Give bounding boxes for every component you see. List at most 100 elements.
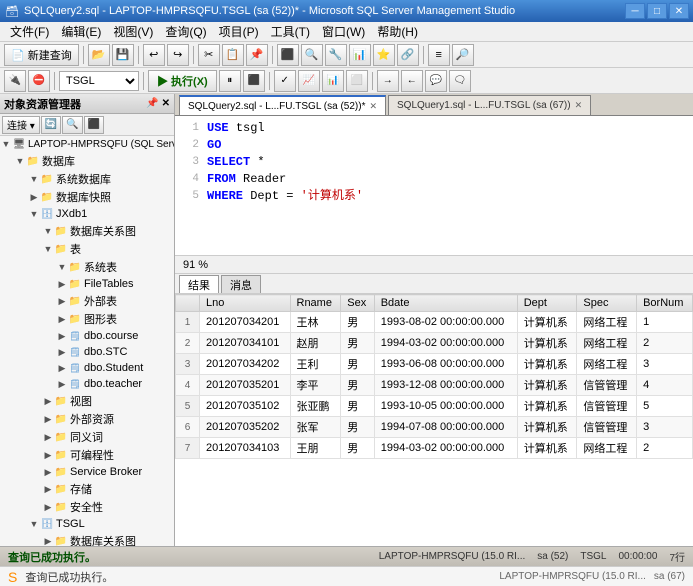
tree-storage[interactable]: ▶ 📁 存储: [0, 480, 174, 498]
tab2-close[interactable]: ✕: [369, 101, 377, 112]
expand-ext-res[interactable]: ▶: [42, 413, 54, 425]
expand-dbo-stc[interactable]: ▶: [56, 346, 68, 358]
btn8[interactable]: 🔎: [452, 44, 474, 66]
tree-synonyms[interactable]: ▶ 📁 同义词: [0, 428, 174, 446]
sql-editor[interactable]: 1 USE tsgl 2 GO 3 SELECT * 4 FROM Reader…: [175, 116, 693, 256]
database-selector[interactable]: TSGL: [59, 71, 139, 91]
btn1[interactable]: ⬛: [277, 44, 299, 66]
filter-button[interactable]: 🔍: [62, 116, 82, 134]
expand-prog[interactable]: ▶: [42, 449, 54, 461]
expand-views[interactable]: ▶: [42, 395, 54, 407]
tree-dbo-stc[interactable]: ▶ 🗒 dbo.STC: [0, 344, 174, 360]
debug-button[interactable]: ⏸: [219, 70, 241, 92]
menu-file[interactable]: 文件(F): [4, 21, 55, 42]
tree-databases-folder[interactable]: ▼ 📁 数据库: [0, 152, 174, 170]
tree-jxdb1-diagrams[interactable]: ▼ 📁 数据库关系图: [0, 222, 174, 240]
tab1-close[interactable]: ✕: [575, 100, 583, 111]
menu-edit[interactable]: 编辑(E): [55, 21, 107, 42]
expand-synonyms[interactable]: ▶: [42, 431, 54, 443]
tree-file-tables[interactable]: ▶ 📁 FileTables: [0, 276, 174, 292]
uncomment-button[interactable]: 🗨: [449, 70, 471, 92]
btn4[interactable]: 📊: [349, 44, 371, 66]
tree-service-broker[interactable]: ▶ 📁 Service Broker: [0, 464, 174, 480]
btn2[interactable]: 🔍: [301, 44, 323, 66]
minimize-button[interactable]: ─: [625, 3, 645, 19]
table-row[interactable]: 6201207035202张军男1994-07-08 00:00:00.000计…: [176, 417, 693, 438]
expand-tsgl[interactable]: ▼: [28, 518, 40, 530]
tree-tsgl-diagrams[interactable]: ▶ 📁 数据库关系图: [0, 532, 174, 546]
expand-server[interactable]: ▼: [0, 138, 12, 150]
execute-button[interactable]: ▶ 执行(X): [148, 70, 217, 92]
expand-dbo-student[interactable]: ▶: [56, 362, 68, 374]
btn7[interactable]: ≡: [428, 44, 450, 66]
table-row[interactable]: 2201207034101赵朋男1994-03-02 00:00:00.000计…: [176, 333, 693, 354]
expand-tsgl-diag[interactable]: ▶: [42, 535, 54, 546]
menu-window[interactable]: 窗口(W): [316, 21, 371, 42]
expand-broker[interactable]: ▶: [42, 466, 54, 478]
parse-button[interactable]: ✓: [274, 70, 296, 92]
menu-tools[interactable]: 工具(T): [265, 21, 316, 42]
tree-tsgl[interactable]: ▼ 🗄 TSGL: [0, 516, 174, 532]
disconnect-button[interactable]: ⛔: [28, 70, 50, 92]
expand-file-tables[interactable]: ▶: [56, 278, 68, 290]
tree-db-snapshots[interactable]: ▶ 📁 数据库快照: [0, 188, 174, 206]
comment-button[interactable]: 💬: [425, 70, 447, 92]
table-row[interactable]: 5201207035102张亚鹏男1993-10-05 00:00:00.000…: [176, 396, 693, 417]
outdent-button[interactable]: ←: [401, 70, 423, 92]
menu-help[interactable]: 帮助(H): [371, 21, 424, 42]
expand-ext-tables[interactable]: ▶: [56, 295, 68, 307]
clientstats-button[interactable]: 📊: [322, 70, 344, 92]
refresh-button[interactable]: 🔄: [41, 116, 61, 134]
maximize-button[interactable]: □: [647, 3, 667, 19]
tree-external-res[interactable]: ▶ 📁 外部资源: [0, 410, 174, 428]
result-tab-messages[interactable]: 消息: [221, 275, 261, 293]
indent-button[interactable]: →: [377, 70, 399, 92]
save-button[interactable]: 💾: [112, 44, 134, 66]
tree-dbo-teacher[interactable]: ▶ 🗒 dbo.teacher: [0, 376, 174, 392]
close-button[interactable]: ✕: [669, 3, 689, 19]
results-grid[interactable]: Lno Rname Sex Bdate Dept Spec BorNum 120…: [175, 294, 693, 546]
expand-jxdb1-diag[interactable]: ▼: [42, 225, 54, 237]
tree-server[interactable]: ▼ 🖥 LAPTOP-HMPRSQFU (SQL Server ...: [0, 136, 174, 152]
tab-query2[interactable]: SQLQuery2.sql - L...FU.TSGL (sa (52))* ✕: [179, 95, 386, 115]
tree-dbo-student[interactable]: ▶ 🗒 dbo.Student: [0, 360, 174, 376]
menu-query[interactable]: 查询(Q): [159, 21, 212, 42]
expand-graph-tables[interactable]: ▶: [56, 313, 68, 325]
tree-system-dbs[interactable]: ▼ 📁 系统数据库: [0, 170, 174, 188]
tree-security[interactable]: ▶ 📁 安全性: [0, 498, 174, 516]
undo-button[interactable]: ↩: [143, 44, 165, 66]
connect-button[interactable]: 🔌: [4, 70, 26, 92]
tree-sys-tables[interactable]: ▼ 📁 系统表: [0, 258, 174, 276]
table-row[interactable]: 4201207035201李平男1993-12-08 00:00:00.000计…: [176, 375, 693, 396]
tree-views[interactable]: ▶ 📁 视图: [0, 392, 174, 410]
table-row[interactable]: 3201207034202王利男1993-06-08 00:00:00.000计…: [176, 354, 693, 375]
redo-button[interactable]: ↪: [167, 44, 189, 66]
btn6[interactable]: 🔗: [397, 44, 419, 66]
tree-graph-tables[interactable]: ▶ 📁 图形表: [0, 310, 174, 328]
expand-databases[interactable]: ▼: [14, 155, 26, 167]
tree-jxdb1-tables[interactable]: ▼ 📁 表: [0, 240, 174, 258]
copy-button[interactable]: 📋: [222, 44, 244, 66]
stop-button[interactable]: ⬛: [84, 116, 104, 134]
results-button[interactable]: ⬜: [346, 70, 368, 92]
tab-query1[interactable]: SQLQuery1.sql - L...FU.TSGL (sa (67)) ✕: [388, 95, 591, 115]
expand-jxdb1-tables[interactable]: ▼: [42, 243, 54, 255]
table-row[interactable]: 1201207034201王林男1993-08-02 00:00:00.000计…: [176, 312, 693, 333]
tree-programmability[interactable]: ▶ 📁 可编程性: [0, 446, 174, 464]
paste-button[interactable]: 📌: [246, 44, 268, 66]
new-query-button[interactable]: 📄 新建查询: [4, 44, 79, 66]
menu-view[interactable]: 视图(V): [107, 21, 159, 42]
btn5[interactable]: ⭐: [373, 44, 395, 66]
expand-storage[interactable]: ▶: [42, 483, 54, 495]
cancel-button[interactable]: ⬛: [243, 70, 265, 92]
expand-sys-tables[interactable]: ▼: [56, 261, 68, 273]
showplan-button[interactable]: 📈: [298, 70, 320, 92]
tree-jxdb1[interactable]: ▼ 🗄 JXdb1: [0, 206, 174, 222]
expand-security[interactable]: ▶: [42, 501, 54, 513]
tree-dbo-course[interactable]: ▶ 🗒 dbo.course: [0, 328, 174, 344]
expand-sys-dbs[interactable]: ▼: [28, 173, 40, 185]
btn3[interactable]: 🔧: [325, 44, 347, 66]
menu-project[interactable]: 项目(P): [213, 21, 265, 42]
expand-jxdb1[interactable]: ▼: [28, 208, 40, 220]
expand-snapshots[interactable]: ▶: [28, 191, 40, 203]
